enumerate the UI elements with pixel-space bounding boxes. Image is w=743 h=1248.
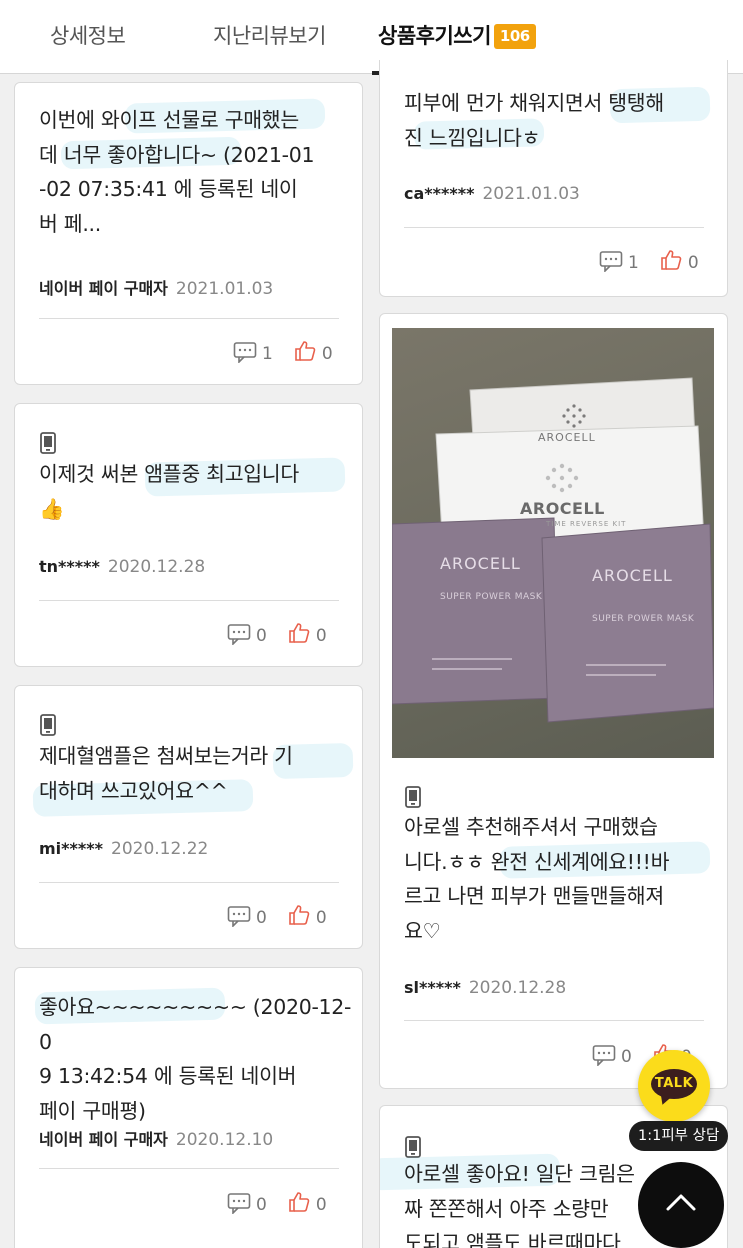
reviewer-name: mi***** <box>39 839 103 858</box>
review-card[interactable]: 제대혈앰플은 첨써보는거라 기 대하며 쓰고있어요^^ mi***** 2020.… <box>14 685 363 949</box>
comment-count: 1 <box>628 253 639 273</box>
comment-icon[interactable] <box>227 1192 251 1219</box>
comment-icon[interactable] <box>599 250 623 277</box>
card-divider <box>404 1020 704 1021</box>
thumbs-up-icon[interactable] <box>287 903 311 932</box>
chevron-up-icon <box>665 1192 697 1216</box>
review-text: 아로셀 추천해주셔서 구매했습 니다.ㅎㅎ 완전 신세계에요!!!바 르고 나면… <box>404 815 670 943</box>
talk-label: TALK <box>654 1076 694 1091</box>
mask-brand-label-2: AROCELL <box>592 566 673 585</box>
scroll-top-button[interactable] <box>638 1162 724 1248</box>
like-count: 0 <box>315 1195 327 1215</box>
like-count: 0 <box>315 626 327 646</box>
mask-brand-label: AROCELL <box>440 554 521 573</box>
comment-count: 0 <box>256 1195 267 1215</box>
reviewer-name: tn***** <box>39 557 100 576</box>
comment-count: 0 <box>256 626 267 646</box>
card-divider <box>404 227 704 228</box>
comment-count: 0 <box>621 1047 632 1067</box>
review-date: 2021.01.03 <box>175 279 274 299</box>
card-divider <box>39 1168 339 1169</box>
review-date: 2020.12.10 <box>175 1130 274 1150</box>
review-date: 2021.01.03 <box>482 184 580 204</box>
review-card[interactable]: 이번에 와이프 선물로 구매했는 데 너무 좋아합니다~ (2021-01 -0… <box>14 82 363 385</box>
thumbs-up-icon[interactable] <box>293 339 317 368</box>
mask-name-label: SUPER POWER MASK <box>440 592 543 602</box>
review-photo[interactable]: AROCELL AROCELL TIME REVERSE KIT AROCELL… <box>392 328 714 758</box>
like-count: 0 <box>321 344 333 364</box>
tab-write-review[interactable]: 상품후기쓰기 106 <box>378 20 536 50</box>
review-text: 피부에 먼가 채워지면서 탱탱해 진 느낌입니다ㅎ <box>404 91 664 150</box>
review-text: 이번에 와이프 선물로 구매했는 데 너무 좋아합니다~ (2021-01 -0… <box>39 108 315 236</box>
mobile-icon <box>404 786 422 812</box>
review-card[interactable]: 좋아요~~~~~~~~~ (2020-12-0 9 13:42:54 에 등록된… <box>14 967 363 1248</box>
reviewer-name: ca****** <box>404 184 475 203</box>
review-text: 이제것 써본 앰플중 최고입니다 👍 <box>39 462 299 521</box>
box-sub-label: TIME REVERSE KIT <box>546 520 627 528</box>
review-card[interactable]: 이제것 써본 앰플중 최고입니다 👍 tn***** 2020.12.28 0 0 <box>14 403 363 667</box>
box-brand-label-front: AROCELL <box>520 499 605 518</box>
card-divider <box>39 600 339 601</box>
card-divider <box>39 318 339 319</box>
comment-icon[interactable] <box>227 623 251 650</box>
reviewer-name: 네이버 페이 구매자 <box>39 1130 168 1149</box>
comment-icon[interactable] <box>227 905 251 932</box>
comment-count: 0 <box>256 908 267 928</box>
photo-review-card[interactable]: AROCELL AROCELL TIME REVERSE KIT AROCELL… <box>379 313 728 1089</box>
thumbs-up-icon[interactable] <box>287 1190 311 1219</box>
thumbs-up-icon[interactable] <box>287 621 311 650</box>
mobile-icon <box>39 432 57 458</box>
review-text: 제대혈앰플은 첨써보는거라 기 대하며 쓰고있어요^^ <box>39 744 293 803</box>
thumbs-up-icon[interactable] <box>659 248 683 277</box>
review-date: 2020.12.28 <box>468 978 567 998</box>
comment-icon[interactable] <box>592 1044 616 1071</box>
tab-detail[interactable]: 상세정보 <box>50 20 126 50</box>
tab-write-review-label: 상품후기쓰기 <box>378 24 491 48</box>
mask-name-label-2: SUPER POWER MASK <box>592 614 695 624</box>
review-count-badge: 106 <box>493 24 536 49</box>
comment-count: 1 <box>262 344 273 364</box>
like-count: 0 <box>315 908 327 928</box>
comment-icon[interactable] <box>233 341 257 368</box>
review-date: 2020.12.22 <box>111 839 209 859</box>
skin-consult-label[interactable]: 1:1피부 상담 <box>629 1121 729 1151</box>
like-count: 0 <box>687 253 699 273</box>
review-text: 좋아요~~~~~~~~~ (2020-12-0 9 13:42:54 에 등록된… <box>39 995 352 1123</box>
review-card[interactable]: 피부에 먼가 채워지면서 탱탱해 진 느낌입니다ㅎ ca****** 2021.0… <box>379 60 728 297</box>
card-divider <box>39 882 339 883</box>
kakao-talk-button[interactable]: TALK <box>638 1050 710 1122</box>
box-brand-label: AROCELL <box>538 431 596 444</box>
reviewer-name: 네이버 페이 구매자 <box>39 279 168 298</box>
tab-past-reviews[interactable]: 지난리뷰보기 <box>213 20 326 50</box>
review-date: 2020.12.28 <box>107 557 206 577</box>
mobile-icon <box>39 714 57 740</box>
reviewer-name: sl***** <box>404 978 461 997</box>
